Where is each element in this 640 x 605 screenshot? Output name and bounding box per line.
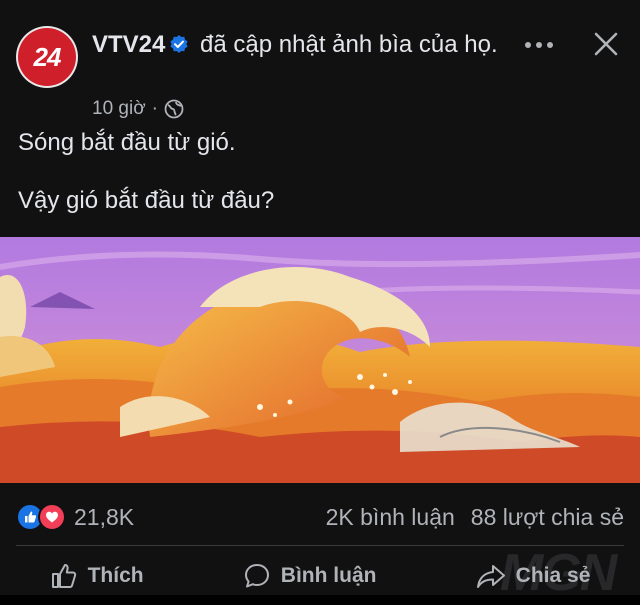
like-button[interactable]: Thích: [40, 558, 154, 594]
share-icon: [476, 565, 505, 588]
post-caption: Sóng bắt đầu từ gió. Vậy gió bắt đầu từ …: [18, 128, 618, 244]
thumbs-up-icon: [51, 564, 76, 588]
post-header: VTV24 đã cập nhật ảnh bìa của họ.: [92, 30, 512, 60]
close-icon: [594, 32, 618, 56]
share-count[interactable]: 88 lượt chia sẻ: [471, 504, 624, 531]
cover-photo-wave-image[interactable]: [0, 237, 640, 483]
reaction-count: 21,8K: [74, 503, 135, 530]
meta-separator: ·: [151, 98, 158, 119]
reactions-summary[interactable]: 21,8K: [16, 503, 134, 531]
post-card: 24 VTV24 đã cập nhật ảnh bìa của họ. 10 …: [0, 0, 640, 602]
comment-label: Bình luận: [280, 564, 377, 587]
comment-button[interactable]: Bình luận: [233, 558, 387, 594]
verified-icon: [170, 35, 188, 53]
share-label: Chia sẻ: [515, 564, 591, 587]
more-icon: [525, 42, 553, 48]
post-stats: 21,8K 2K bình luận 88 lượt chia sẻ: [16, 502, 624, 532]
like-label: Thích: [87, 564, 144, 587]
close-button[interactable]: [590, 28, 622, 60]
page-name[interactable]: VTV24: [92, 31, 165, 58]
action-bar: Thích Bình luận Chia sẻ: [0, 554, 640, 598]
comment-count[interactable]: 2K bình luận: [326, 504, 455, 531]
share-button[interactable]: Chia sẻ: [466, 558, 601, 594]
post-time[interactable]: 10 giờ: [92, 98, 146, 120]
avatar-logo: 24: [18, 28, 76, 86]
comment-icon: [244, 564, 269, 588]
more-options-button[interactable]: [522, 30, 556, 60]
page-avatar[interactable]: 24: [16, 26, 78, 88]
header-action-text: đã cập nhật ảnh bìa của họ.: [200, 31, 498, 58]
love-reaction-icon: [38, 503, 66, 531]
caption-line-2: Vậy gió bắt đầu từ đâu?: [18, 187, 275, 214]
globe-icon: [164, 99, 184, 119]
post-meta: 10 giờ ·: [92, 98, 184, 120]
caption-line-1: Sóng bắt đầu từ gió.: [18, 129, 236, 156]
